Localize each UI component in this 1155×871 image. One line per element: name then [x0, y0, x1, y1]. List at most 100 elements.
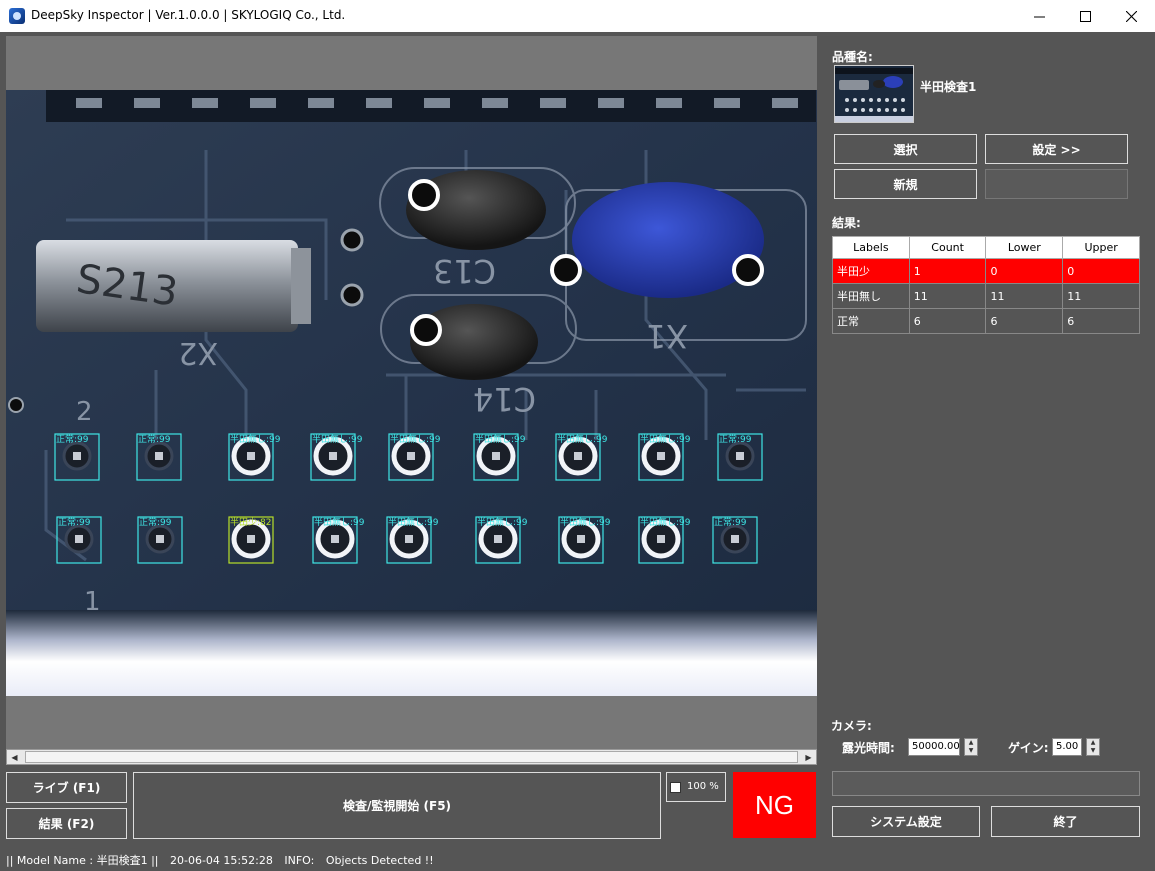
pad-pin	[155, 452, 163, 460]
pad-pin	[657, 452, 665, 460]
detection-label: 半田無し:99	[314, 516, 365, 528]
pad-pin	[247, 535, 255, 543]
spin-up-icon[interactable]: ▲	[1087, 739, 1099, 747]
table-row[interactable]: 正常 6 6 6	[832, 308, 1140, 334]
detection-label: 半田無し:99	[477, 516, 528, 528]
product-settings-button[interactable]: 設定 >>	[985, 134, 1128, 164]
pad-pin	[75, 535, 83, 543]
spin-down-icon[interactable]: ▼	[965, 747, 977, 755]
window-title: DeepSky Inspector | Ver.1.0.0.0 | SKYLOG…	[31, 8, 346, 22]
product-name: 半田検査1	[920, 80, 977, 94]
message-field	[832, 771, 1140, 796]
results-table: Labels Count Lower Upper 半田少 1 0 0 半田無し …	[832, 236, 1140, 334]
table-row[interactable]: 半田少 1 0 0	[832, 258, 1140, 284]
exposure-spinner[interactable]: ▲ ▼	[964, 738, 978, 756]
detection-label: 半田無し:99	[388, 516, 439, 528]
spin-down-icon[interactable]: ▼	[1087, 747, 1099, 755]
close-icon	[1125, 10, 1137, 22]
detection-label: 半田無し:99	[230, 433, 281, 445]
pad-pin	[73, 452, 81, 460]
app-icon	[9, 8, 25, 24]
detection-label: 半田無し:99	[560, 516, 611, 528]
detection-label: 正常:99	[719, 433, 752, 445]
detection-label: 正常:99	[138, 433, 171, 445]
exposure-input[interactable]: 50000.00	[908, 738, 960, 756]
system-settings-button[interactable]: システム設定	[832, 806, 980, 837]
close-button[interactable]	[1108, 0, 1154, 32]
status-message: Objects Detected !!	[325, 854, 434, 867]
status-model: || Model Name : 半田検査1 ||	[6, 854, 159, 867]
svg-text:2: 2	[76, 397, 93, 427]
count-cell: 11	[908, 283, 987, 309]
pad-pin	[492, 452, 500, 460]
label-cell: 半田少	[832, 258, 910, 284]
detection-label: 半田無し:99	[640, 516, 691, 528]
gain-input[interactable]: 5.00	[1052, 738, 1082, 756]
zoom-checkbox[interactable]	[670, 782, 681, 793]
image-viewport[interactable]: S213 X2 X1 C13 C14 2 1 正常:99 正常:99 半田無し:99…	[6, 36, 817, 750]
pad-pin	[247, 452, 255, 460]
pad-pin	[407, 452, 415, 460]
judgement-indicator: NG	[733, 772, 816, 838]
pad-pin	[657, 535, 665, 543]
lower-cell: 6	[985, 308, 1064, 334]
live-button[interactable]: ライブ (F1)	[6, 772, 127, 803]
detection-label: 正常:99	[56, 433, 89, 445]
pad-pin	[577, 535, 585, 543]
disabled-button	[985, 169, 1128, 199]
minimize-button[interactable]	[1016, 0, 1062, 32]
detection-label: 半田無し:99	[557, 433, 608, 445]
count-cell: 6	[908, 308, 987, 334]
select-product-button[interactable]: 選択	[834, 134, 977, 164]
exit-button[interactable]: 終了	[991, 806, 1140, 837]
pad-pin	[574, 452, 582, 460]
table-row[interactable]: 半田無し 11 11 11	[832, 283, 1140, 309]
product-heading: 品種名:	[832, 50, 873, 64]
detection-label: 正常:99	[58, 516, 91, 528]
column-header: Upper	[1062, 236, 1140, 259]
label-cell: 半田無し	[832, 283, 910, 309]
exposure-label: 露光時間:	[842, 741, 895, 755]
pad-pin	[494, 535, 502, 543]
scrollbar-thumb[interactable]	[25, 751, 798, 763]
label-cell: 正常	[832, 308, 910, 334]
pad-pin	[731, 535, 739, 543]
image-horizontal-scrollbar[interactable]: ◀ ▶	[6, 749, 817, 765]
inspection-image: S213 X2 X1 C13 C14 2 1 正常:99 正常:99 半田無し:99…	[6, 90, 817, 696]
results-heading: 結果:	[832, 216, 861, 230]
scroll-right-arrow-icon[interactable]: ▶	[801, 750, 816, 764]
pad-pin	[736, 452, 744, 460]
camera-heading: カメラ:	[831, 719, 872, 733]
detection-label: 半田無し:99	[312, 433, 363, 445]
result-button[interactable]: 結果 (F2)	[6, 808, 127, 839]
new-product-button[interactable]: 新規	[834, 169, 977, 199]
maximize-button[interactable]	[1062, 0, 1108, 32]
inspect-start-button[interactable]: 検査/監視開始 (F5)	[133, 772, 661, 839]
column-header: Count	[908, 236, 987, 259]
lower-cell: 0	[985, 258, 1064, 284]
svg-text:C13: C13	[433, 252, 496, 290]
spin-up-icon[interactable]: ▲	[965, 739, 977, 747]
pad-pin	[329, 452, 337, 460]
upper-cell: 6	[1062, 308, 1140, 334]
column-header: Labels	[832, 236, 910, 259]
column-header: Lower	[985, 236, 1064, 259]
gain-spinner[interactable]: ▲ ▼	[1086, 738, 1100, 756]
zoom-fit-checkbox-group[interactable]: 100 %	[666, 772, 726, 802]
detection-label: 半田無し:99	[390, 433, 441, 445]
product-thumbnail	[834, 65, 914, 123]
detection-label: 半田少:82	[230, 516, 272, 528]
detection-label: 半田無し:99	[640, 433, 691, 445]
detection-label: 半田無し:99	[475, 433, 526, 445]
minimize-icon	[1033, 16, 1045, 17]
pad-pin	[405, 535, 413, 543]
status-info-tag: INFO:	[284, 854, 315, 867]
title-bar: DeepSky Inspector | Ver.1.0.0.0 | SKYLOG…	[0, 0, 1155, 32]
pad-pin	[156, 535, 164, 543]
scroll-left-arrow-icon[interactable]: ◀	[7, 750, 22, 764]
svg-text:X2: X2	[178, 335, 218, 370]
upper-cell: 11	[1062, 283, 1140, 309]
svg-text:X1: X1	[646, 317, 688, 355]
zoom-label: 100 %	[687, 781, 719, 792]
results-header-row: Labels Count Lower Upper	[832, 236, 1140, 259]
